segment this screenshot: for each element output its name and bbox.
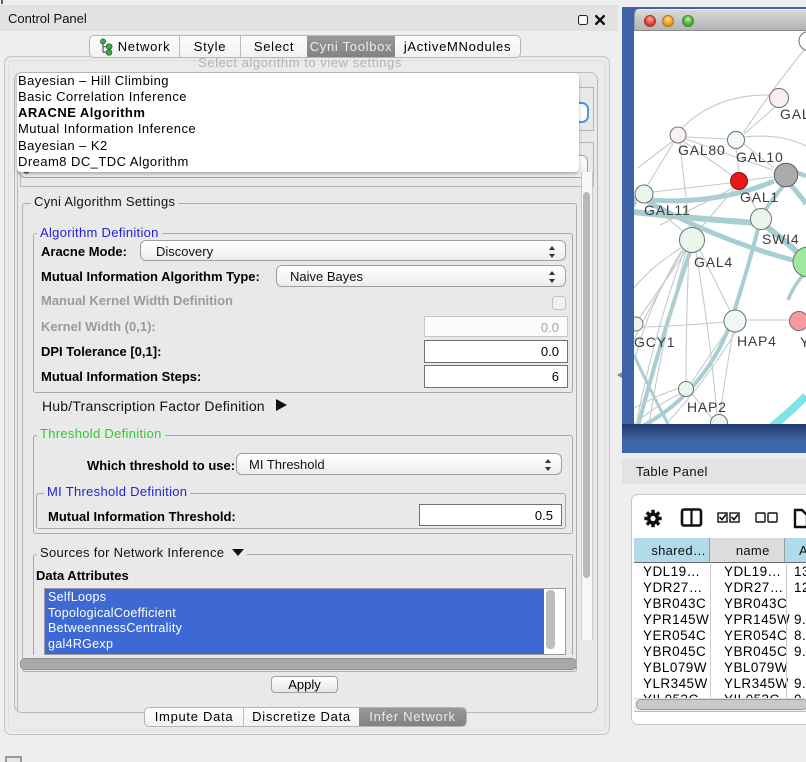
svg-text:YJ: YJ (800, 334, 806, 350)
svg-text:GAL11: GAL11 (644, 202, 691, 218)
svg-text:GCY1: GCY1 (634, 334, 675, 350)
svg-text:HAP2: HAP2 (687, 399, 727, 415)
svg-text:SWI4: SWI4 (762, 231, 799, 247)
svg-text:GAL1: GAL1 (740, 189, 779, 205)
svg-text:GAL2: GAL2 (780, 106, 806, 122)
svg-text:GAL4: GAL4 (694, 254, 733, 270)
svg-text:GAL80: GAL80 (678, 142, 726, 158)
svg-text:GAL10: GAL10 (736, 149, 784, 165)
svg-text:HAP4: HAP4 (737, 333, 777, 349)
